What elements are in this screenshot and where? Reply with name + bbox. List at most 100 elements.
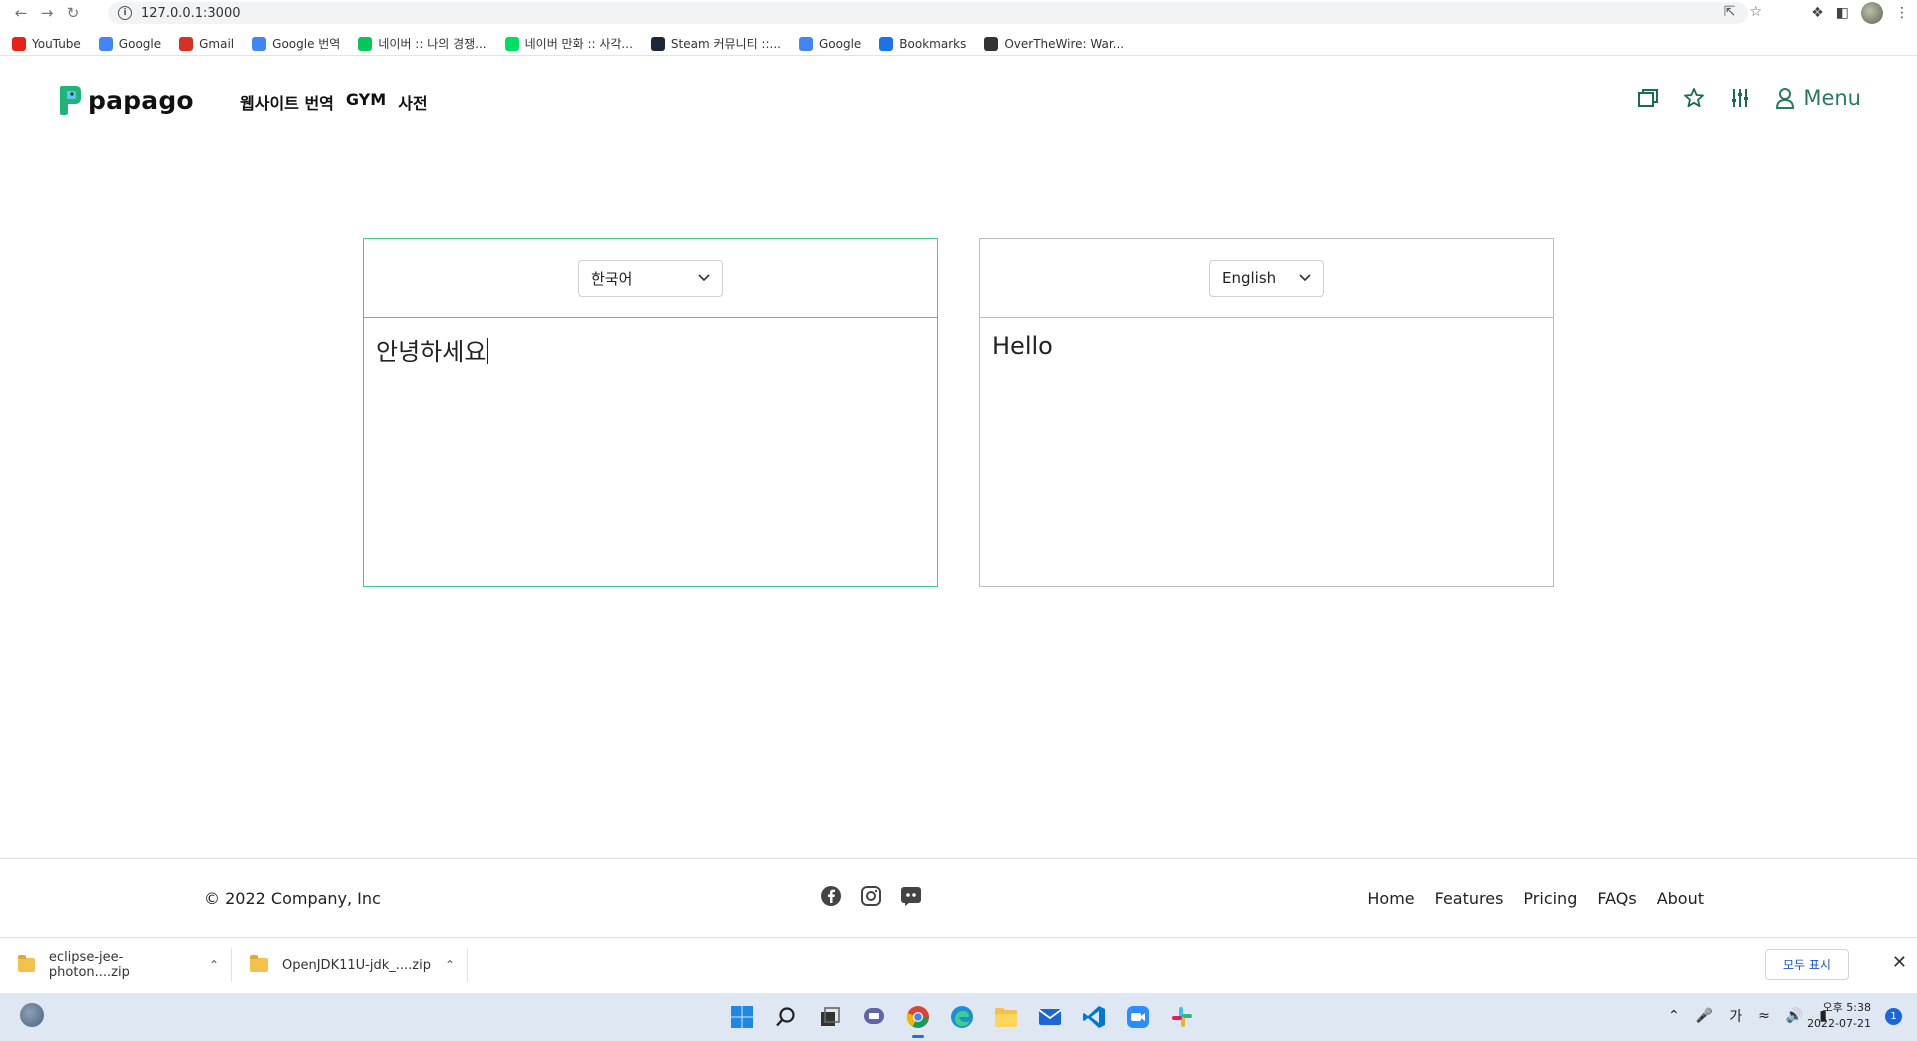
close-icon[interactable]: ✕ bbox=[1892, 952, 1907, 973]
translation-output: Hello bbox=[980, 318, 1553, 374]
google-icon bbox=[98, 36, 113, 51]
favorites-star-icon[interactable] bbox=[1683, 87, 1705, 109]
chevron-up-icon[interactable]: ⌃ bbox=[1668, 1008, 1680, 1024]
mail-icon[interactable] bbox=[1034, 1001, 1065, 1032]
address-bar[interactable]: i 127.0.0.1:3000 bbox=[108, 2, 1748, 24]
forward-arrow-icon[interactable]: → bbox=[34, 0, 60, 26]
slack-icon[interactable] bbox=[1166, 1001, 1197, 1032]
footer-link-pricing[interactable]: Pricing bbox=[1523, 889, 1577, 908]
download-item[interactable]: OpenJDK11U-jdk_....zip ⌃ bbox=[232, 948, 468, 982]
papago-logo[interactable]: papago bbox=[58, 84, 194, 116]
taskbar-clock[interactable]: 오후 5:38 2022-07-21 bbox=[1807, 1000, 1871, 1032]
bookmark-item[interactable]: Google bbox=[98, 36, 162, 51]
youtube-icon bbox=[12, 36, 26, 51]
bookmark-item[interactable]: OverTheWire: War... bbox=[984, 36, 1125, 51]
profile-avatar[interactable] bbox=[1861, 2, 1883, 24]
google-translate-icon bbox=[252, 36, 267, 51]
chevron-down-icon bbox=[1299, 274, 1311, 282]
bookmark-item[interactable]: YouTube bbox=[12, 36, 81, 51]
zoom-icon[interactable] bbox=[1122, 1001, 1153, 1032]
back-arrow-icon[interactable]: ← bbox=[8, 0, 34, 26]
wifi-icon[interactable]: ≈ bbox=[1758, 1008, 1770, 1024]
target-text: Hello bbox=[992, 332, 1053, 360]
site-footer: © 2022 Company, Inc Home Features Pricin… bbox=[0, 858, 1917, 938]
bookmark-label: OverTheWire: War... bbox=[1004, 36, 1125, 51]
settings-sliders-icon[interactable] bbox=[1729, 87, 1751, 109]
source-text-input[interactable]: 안녕하세요 bbox=[364, 318, 937, 381]
bookmark-item[interactable]: 네이버 :: 나의 경쟁... bbox=[358, 35, 487, 52]
notification-badge[interactable]: 1 bbox=[1885, 1008, 1902, 1025]
clock-date: 2022-07-21 bbox=[1807, 1017, 1871, 1030]
bookmarks-bar: YouTube Google Gmail Google 번역 네이버 :: 나의 경쟁.… bbox=[0, 32, 1917, 56]
share-icon[interactable]: ⇱ bbox=[1724, 4, 1736, 20]
footer-link-about[interactable]: About bbox=[1657, 889, 1704, 908]
start-windows-icon[interactable] bbox=[726, 1001, 757, 1032]
facebook-icon[interactable] bbox=[820, 885, 842, 907]
instagram-icon[interactable] bbox=[860, 885, 882, 907]
reload-icon[interactable]: ↻ bbox=[60, 0, 86, 26]
bookmark-item[interactable]: Steam 커뮤니티 ::... bbox=[650, 35, 781, 52]
browser-toolbar: ← → ↻ i 127.0.0.1:3000 ⇱ ☆ ❖ ◧ ⋮ bbox=[0, 0, 1917, 26]
chrome-icon[interactable] bbox=[902, 1001, 933, 1038]
logo-text: papago bbox=[88, 85, 194, 115]
footer-link-features[interactable]: Features bbox=[1435, 889, 1504, 908]
more-menu-icon[interactable]: ⋮ bbox=[1895, 5, 1909, 21]
bookmark-label: Google bbox=[118, 36, 162, 51]
bookmark-item[interactable]: 네이버 만화 :: 사각... bbox=[504, 35, 633, 52]
bookmark-star-icon[interactable]: ☆ bbox=[1749, 4, 1762, 20]
windows-icon[interactable] bbox=[1637, 87, 1659, 109]
bookmark-label: Google bbox=[818, 36, 862, 51]
archive-file-icon bbox=[250, 955, 268, 972]
microphone-icon[interactable]: 🎤 bbox=[1696, 1008, 1713, 1024]
menu-button[interactable]: Menu bbox=[1775, 86, 1861, 110]
bookmark-label: 네이버 만화 :: 사각... bbox=[524, 37, 633, 51]
download-filename: OpenJDK11U-jdk_....zip bbox=[282, 957, 431, 973]
nav-gym[interactable]: GYM bbox=[346, 90, 386, 114]
bookmark-item[interactable]: Bookmarks bbox=[879, 36, 966, 51]
task-view-icon[interactable] bbox=[814, 1001, 845, 1032]
site-info-icon[interactable]: i bbox=[118, 6, 132, 20]
bookmark-item[interactable]: Gmail bbox=[179, 36, 235, 51]
discord-icon[interactable] bbox=[900, 885, 922, 907]
side-panel-icon[interactable]: ◧ bbox=[1836, 5, 1849, 21]
ime-indicator[interactable]: 가 bbox=[1729, 1006, 1742, 1026]
edge-icon[interactable] bbox=[946, 1001, 977, 1032]
source-language-label: 한국어 bbox=[591, 269, 633, 288]
menu-label: Menu bbox=[1803, 86, 1861, 110]
bookmark-item[interactable]: Google 번역 bbox=[252, 35, 340, 52]
star-icon bbox=[879, 36, 894, 51]
chevron-up-icon[interactable]: ⌃ bbox=[445, 958, 455, 972]
bookmark-label: YouTube bbox=[32, 36, 81, 51]
nav-website-translate[interactable]: 웹사이트 번역 bbox=[240, 90, 334, 114]
naver-icon bbox=[358, 36, 373, 51]
copyright-text: © 2022 Company, Inc bbox=[204, 889, 381, 908]
nav-dictionary[interactable]: 사전 bbox=[398, 90, 427, 114]
footer-link-home[interactable]: Home bbox=[1367, 889, 1414, 908]
source-text: 안녕하세요 bbox=[376, 338, 487, 366]
bookmark-label: Steam 커뮤니티 ::... bbox=[670, 37, 781, 51]
file-explorer-icon[interactable] bbox=[990, 1001, 1021, 1032]
google-icon bbox=[798, 36, 813, 51]
show-all-downloads-button[interactable]: 모두 표시 bbox=[1765, 949, 1849, 980]
search-icon[interactable] bbox=[770, 1001, 801, 1032]
target-language-select[interactable]: English bbox=[1209, 259, 1324, 297]
download-filename: eclipse-jee-photon....zip bbox=[48, 950, 130, 980]
naver-webtoon-icon bbox=[504, 36, 519, 51]
vscode-icon[interactable] bbox=[1078, 1001, 1109, 1032]
chevron-up-icon[interactable]: ⌃ bbox=[209, 958, 219, 972]
bookmark-label: Gmail bbox=[199, 36, 235, 51]
overthewire-icon bbox=[984, 36, 999, 51]
bookmark-item[interactable]: Google bbox=[798, 36, 862, 51]
volume-icon[interactable]: 🔊 bbox=[1786, 1008, 1803, 1024]
bookmark-label: 네이버 :: 나의 경쟁... bbox=[378, 37, 487, 51]
archive-file-icon bbox=[18, 955, 35, 972]
url-text: 127.0.0.1:3000 bbox=[141, 5, 241, 21]
teams-chat-icon[interactable] bbox=[858, 1001, 889, 1032]
widgets-icon[interactable] bbox=[20, 1003, 44, 1027]
download-item[interactable]: eclipse-jee-photon....zip ⌃ bbox=[0, 948, 232, 982]
extensions-icon[interactable]: ❖ bbox=[1811, 5, 1824, 21]
windows-taskbar: ⌃ 🎤 가 ≈ 🔊 ▮ 오후 5:38 2022-07-21 1 bbox=[0, 993, 1917, 1041]
footer-link-faqs[interactable]: FAQs bbox=[1597, 889, 1636, 908]
source-language-select[interactable]: 한국어 bbox=[578, 259, 723, 297]
bookmark-label: Google 번역 bbox=[272, 37, 341, 51]
